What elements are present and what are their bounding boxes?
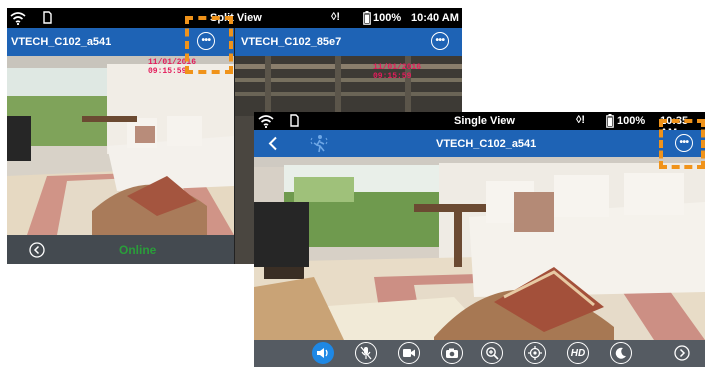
wifi-icon: [10, 12, 26, 25]
more-options-button[interactable]: •••: [431, 32, 449, 50]
mic-mute-icon: [360, 346, 372, 360]
control-toolbar: HD: [254, 340, 705, 367]
more-icon: •••: [435, 35, 445, 46]
highlight-box: [659, 119, 705, 169]
battery-percentage: 100%: [373, 12, 402, 24]
microphone-button[interactable]: [355, 342, 377, 364]
living-room-image: [7, 56, 234, 235]
battery-icon: [363, 11, 371, 25]
split-footer: Online: [7, 235, 234, 264]
speaker-button[interactable]: [312, 342, 334, 364]
back-icon[interactable]: [268, 136, 278, 151]
wifi-icon: [258, 115, 274, 128]
sd-card-icon: [43, 11, 52, 24]
speaker-icon: [317, 348, 328, 358]
battery-percentage: 100%: [617, 115, 646, 127]
record-button[interactable]: [398, 342, 420, 364]
snapshot-button[interactable]: [441, 342, 463, 364]
camera-name: VTECH_C102_85e7: [241, 36, 342, 48]
camera-name: VTECH_C102_a541: [436, 138, 537, 150]
hd-label: HD: [570, 347, 586, 359]
camera-feed[interactable]: [254, 157, 705, 340]
online-status: Online: [119, 243, 157, 257]
camera-timestamp: 11/01/2016 09:15:59: [373, 63, 422, 81]
status-bar: Split View ◊! 100% 10:40 AM: [7, 8, 462, 28]
camera-title-bar: VTECH_C102_a541 •••: [254, 130, 705, 157]
pan-tilt-icon: [528, 346, 542, 360]
night-mode-button[interactable]: [610, 342, 632, 364]
camera-title-bar: VTECH_C102_85e7 •••: [235, 28, 462, 56]
sd-card-icon: [290, 114, 299, 127]
battery-icon: [606, 114, 614, 128]
highlight-box: [185, 16, 233, 74]
moon-icon: [615, 347, 626, 359]
zoom-icon: [486, 347, 499, 360]
single-view-screen: Single View ◊! 100% 10:35 AM VTECH_C102_…: [254, 112, 705, 367]
next-icon[interactable]: [674, 345, 690, 361]
status-bar: Single View ◊! 100% 10:35 AM: [254, 112, 705, 139]
alert-icon: ◊!: [331, 11, 341, 23]
camera-snapshot-icon: [446, 348, 458, 358]
camera-name: VTECH_C102_a541: [11, 36, 112, 48]
living-room-image: [254, 157, 705, 340]
single-view-title: Single View: [454, 115, 515, 127]
tile-divider: [234, 28, 235, 264]
back-icon[interactable]: [29, 242, 45, 258]
motion-icon[interactable]: [310, 134, 328, 153]
clock: 10:40 AM: [411, 12, 459, 24]
camera-feed[interactable]: 11/01/2016 09:15:59: [7, 56, 234, 235]
zoom-button[interactable]: [481, 342, 503, 364]
hd-button[interactable]: HD: [567, 342, 589, 364]
video-record-icon: [403, 349, 415, 357]
pan-tilt-button[interactable]: [524, 342, 546, 364]
alert-icon: ◊!: [576, 114, 586, 126]
